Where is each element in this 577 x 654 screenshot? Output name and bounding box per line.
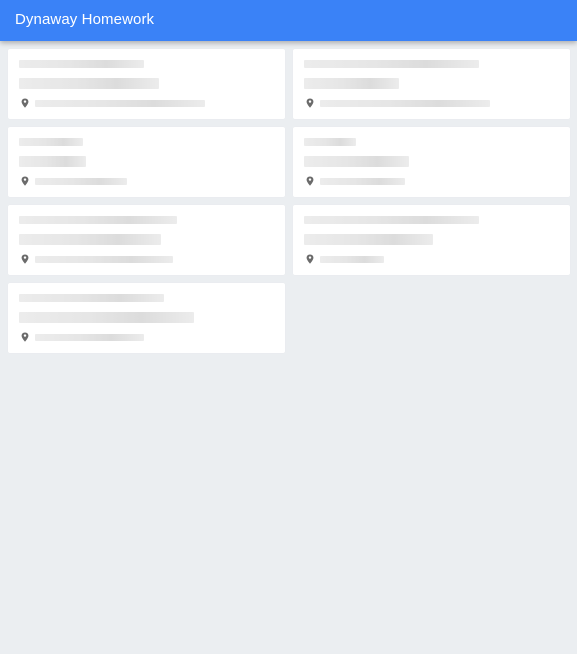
skeleton-subtitle — [304, 78, 399, 89]
placeholder-card[interactable] — [293, 205, 570, 275]
placeholder-card[interactable] — [8, 205, 285, 275]
placeholder-card[interactable] — [293, 49, 570, 119]
skeleton-title — [304, 138, 356, 146]
skeleton-subtitle — [19, 78, 159, 89]
map-pin-icon — [21, 332, 29, 342]
skeleton-location — [320, 178, 405, 185]
skeleton-location — [35, 100, 205, 107]
placeholder-card[interactable] — [8, 49, 285, 119]
map-pin-icon — [21, 176, 29, 186]
app-bar: Dynaway Homework — [0, 0, 577, 41]
skeleton-location — [320, 256, 384, 263]
skeleton-title — [19, 216, 177, 224]
placeholder-card[interactable] — [293, 127, 570, 197]
map-pin-icon — [21, 254, 29, 264]
placeholder-card[interactable] — [8, 127, 285, 197]
card-grid — [8, 49, 570, 353]
skeleton-subtitle — [19, 312, 194, 323]
map-pin-icon — [306, 98, 314, 108]
map-pin-icon — [21, 98, 29, 108]
skeleton-subtitle — [304, 234, 433, 245]
skeleton-title — [19, 60, 144, 68]
skeleton-title — [19, 294, 164, 302]
app-title: Dynaway Homework — [15, 11, 155, 28]
placeholder-card[interactable] — [8, 283, 285, 353]
skeleton-title — [304, 216, 479, 224]
skeleton-location — [35, 256, 173, 263]
skeleton-subtitle — [304, 156, 409, 167]
skeleton-subtitle — [19, 234, 161, 245]
skeleton-location — [320, 100, 490, 107]
skeleton-title — [19, 138, 83, 146]
skeleton-title — [304, 60, 479, 68]
skeleton-location — [35, 178, 127, 185]
map-pin-icon — [306, 176, 314, 186]
skeleton-location — [35, 334, 144, 341]
skeleton-subtitle — [19, 156, 86, 167]
map-pin-icon — [306, 254, 314, 264]
